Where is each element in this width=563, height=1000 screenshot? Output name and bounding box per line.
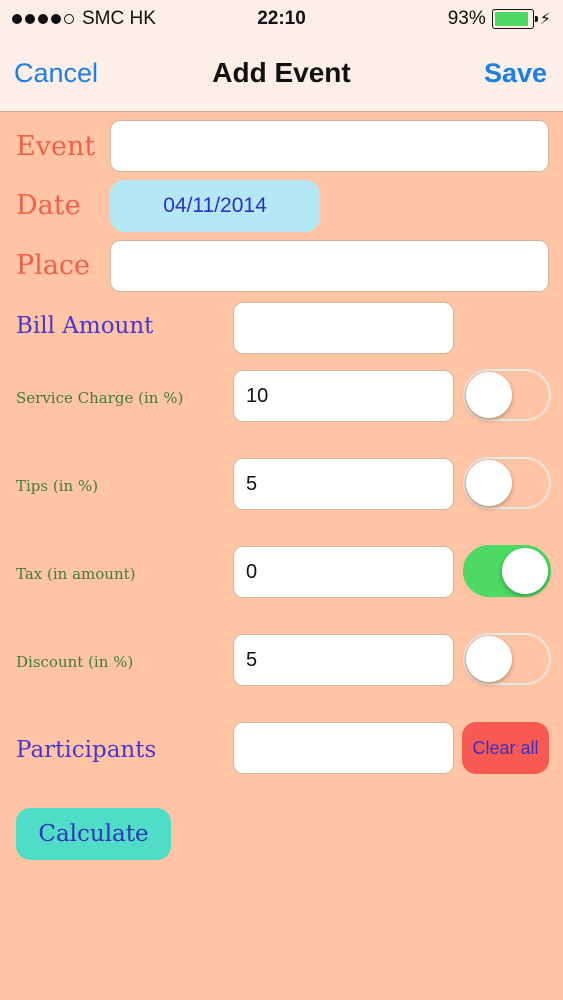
service-charge-input[interactable]: 10 — [233, 370, 454, 422]
tips-label: Tips (in %) — [16, 477, 99, 495]
event-input[interactable] — [110, 120, 549, 172]
tax-toggle[interactable] — [463, 545, 551, 597]
toggle-knob — [466, 460, 512, 506]
service-charge-label: Service Charge (in %) — [16, 389, 184, 407]
battery-percent: 93% — [447, 8, 486, 29]
bill-amount-label: Bill Amount — [16, 313, 154, 339]
date-picker-button[interactable]: 04/11/2014 — [110, 180, 320, 232]
tips-input[interactable]: 5 — [233, 458, 454, 510]
battery-icon — [491, 9, 538, 29]
date-label: Date — [16, 190, 81, 221]
status-right: 93% ⚡︎ — [448, 8, 551, 30]
place-input[interactable] — [110, 240, 549, 292]
toggle-knob — [466, 372, 512, 418]
status-bar: SMC HK 22:10 93% ⚡︎ — [0, 0, 563, 38]
clear-all-button[interactable]: Clear all — [462, 722, 549, 774]
page-title: Add Event — [212, 57, 351, 88]
charging-bolt-icon: ⚡︎ — [539, 11, 551, 28]
tax-label: Tax (in amount) — [16, 565, 136, 583]
service-charge-toggle[interactable] — [463, 369, 551, 421]
bill-amount-input[interactable] — [233, 302, 454, 354]
calculate-button[interactable]: Calculate — [16, 808, 171, 860]
save-button[interactable]: Save — [484, 58, 547, 89]
navigation-bar: Cancel Add Event Save — [0, 38, 563, 112]
toggle-knob — [466, 636, 512, 682]
participants-label: Participants — [16, 737, 157, 763]
discount-label: Discount (in %) — [16, 653, 134, 671]
tax-input[interactable]: 0 — [233, 546, 454, 598]
battery-fill — [494, 12, 529, 26]
place-label: Place — [16, 250, 90, 281]
discount-input[interactable]: 5 — [233, 634, 454, 686]
participants-input[interactable] — [233, 722, 454, 774]
tips-toggle[interactable] — [463, 457, 551, 509]
toggle-knob — [502, 548, 548, 594]
event-label: Event — [16, 131, 96, 162]
discount-toggle[interactable] — [463, 633, 551, 685]
